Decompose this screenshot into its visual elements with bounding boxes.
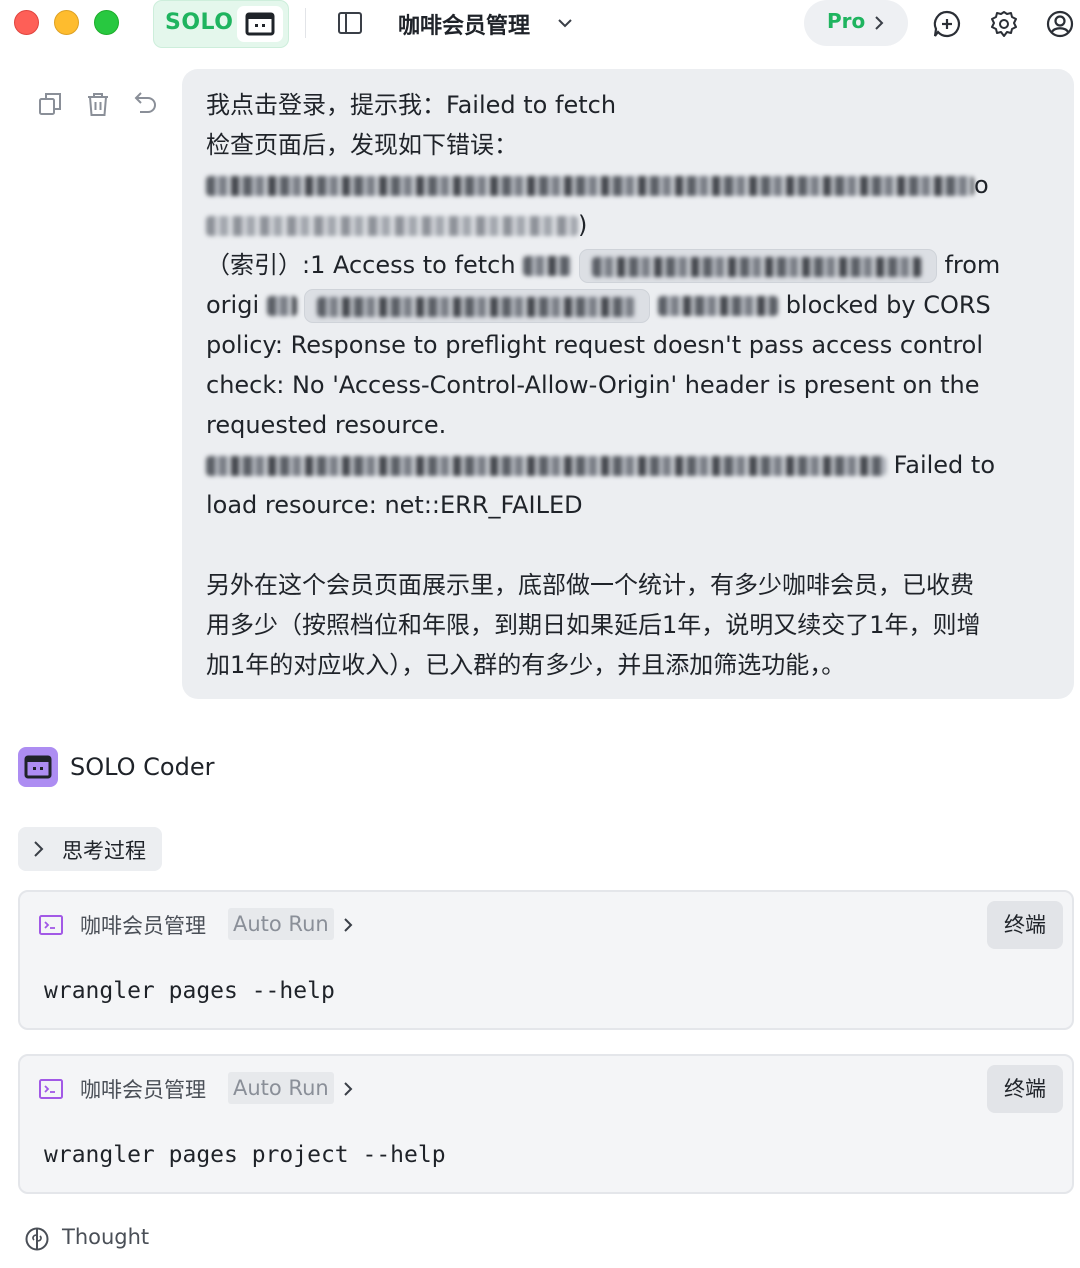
- redacted-text: [206, 216, 578, 236]
- new-chat-icon[interactable]: [932, 9, 962, 39]
- message-line: origi blocked by CORS: [206, 285, 1046, 325]
- open-terminal-button[interactable]: 终端: [987, 901, 1063, 949]
- message-line: requested resource.: [206, 411, 447, 439]
- message-fragment: o: [974, 171, 989, 199]
- command-card: 咖啡会员管理 Auto Run 终端 wrangler pages --help: [18, 890, 1074, 1030]
- message-line: 用多少（按照档位和年限，到期日如果延后1年，说明又续交了1年，则增: [206, 611, 981, 639]
- message-line: 另外在这个会员页面展示里，底部做一个统计，有多少咖啡会员，已收费: [206, 571, 974, 599]
- terminal-icon: [39, 915, 63, 935]
- redacted-text: [523, 256, 572, 276]
- thinking-process-toggle[interactable]: 思考过程: [18, 827, 162, 871]
- message-line: 检查页面后，发现如下错误：: [206, 131, 518, 159]
- message-fragment: （索引）:1 Access to fetch: [206, 251, 516, 279]
- chevron-right-icon: [34, 841, 44, 857]
- solo-mode-badge[interactable]: SOLO: [153, 0, 289, 48]
- chevron-down-icon[interactable]: [556, 14, 574, 32]
- pro-upgrade-button[interactable]: Pro: [804, 0, 908, 46]
- window-zoom-button[interactable]: [94, 10, 119, 35]
- pro-label: Pro: [827, 9, 866, 33]
- thought-label: Thought: [62, 1225, 150, 1249]
- copy-icon[interactable]: [36, 90, 64, 118]
- chevron-right-icon: [875, 16, 884, 30]
- user-message-text: 我点击登录，提示我：Failed to fetch 检查页面后，发现如下错误： …: [206, 85, 1046, 685]
- user-icon[interactable]: [1045, 9, 1075, 39]
- solo-agent-icon: [24, 755, 52, 779]
- message-line: o: [206, 165, 1046, 205]
- trash-icon[interactable]: [84, 90, 112, 118]
- redacted-text: [591, 257, 922, 277]
- message-line: policy: Response to preflight request do…: [206, 331, 984, 359]
- message-line: 加1年的对应收入），已入群的有多少，并且添加筛选功能，。: [206, 651, 846, 679]
- command-code: wrangler pages project --help: [44, 1142, 446, 1168]
- thinking-label: 思考过程: [62, 839, 146, 863]
- message-fragment: Failed to: [893, 451, 996, 479]
- message-line: check: No 'Access-Control-Allow-Origin' …: [206, 371, 980, 399]
- window-close-button[interactable]: [14, 10, 39, 35]
- undo-icon[interactable]: [132, 90, 160, 118]
- solo-label: SOLO: [165, 10, 234, 35]
- command-code: wrangler pages --help: [44, 978, 335, 1004]
- window-minimize-button[interactable]: [54, 10, 79, 35]
- command-project-name: 咖啡会员管理: [80, 914, 206, 938]
- user-message-bubble: 我点击登录，提示我：Failed to fetch 检查页面后，发现如下错误： …: [182, 69, 1074, 699]
- command-project-name: 咖啡会员管理: [80, 1078, 206, 1102]
- assistant-name: SOLO Coder: [70, 753, 215, 781]
- gear-icon[interactable]: [989, 9, 1019, 39]
- redacted-text: [206, 456, 886, 476]
- redacted-text: [658, 296, 779, 316]
- redacted-link-pill[interactable]: [578, 249, 937, 283]
- redacted-link-pill[interactable]: [304, 289, 651, 323]
- chevron-right-icon[interactable]: [342, 917, 354, 933]
- command-card: 咖啡会员管理 Auto Run 终端 wrangler pages projec…: [18, 1054, 1074, 1194]
- chevron-right-icon[interactable]: [342, 1081, 354, 1097]
- message-line: 我点击登录，提示我：Failed to fetch: [206, 91, 617, 119]
- open-terminal-button[interactable]: 终端: [987, 1065, 1063, 1113]
- redacted-text: [317, 297, 636, 317]
- message-line: ): [206, 205, 1046, 245]
- message-line: （索引）:1 Access to fetch from: [206, 245, 1046, 285]
- message-line: Failed to: [206, 445, 1046, 485]
- message-fragment: from: [944, 251, 1001, 279]
- auto-run-badge: Auto Run: [228, 1072, 334, 1104]
- solo-agent-icon: [237, 6, 283, 42]
- message-fragment: ): [578, 211, 588, 239]
- message-line: load resource: net::ERR_FAILED: [206, 491, 583, 519]
- titlebar-divider: [305, 8, 306, 38]
- message-fragment: origi: [206, 291, 260, 319]
- project-title[interactable]: 咖啡会员管理: [398, 8, 530, 40]
- solo-coder-avatar: [18, 747, 58, 787]
- redacted-text: [266, 296, 297, 316]
- title-bar: SOLO 咖啡会员管理 Pro: [0, 0, 1080, 48]
- message-fragment: blocked by CORS: [785, 291, 991, 319]
- brain-icon: [25, 1227, 49, 1251]
- redacted-text: [206, 176, 974, 196]
- auto-run-badge: Auto Run: [228, 908, 334, 940]
- sidebar-toggle-icon[interactable]: [337, 10, 363, 36]
- terminal-icon: [39, 1079, 63, 1099]
